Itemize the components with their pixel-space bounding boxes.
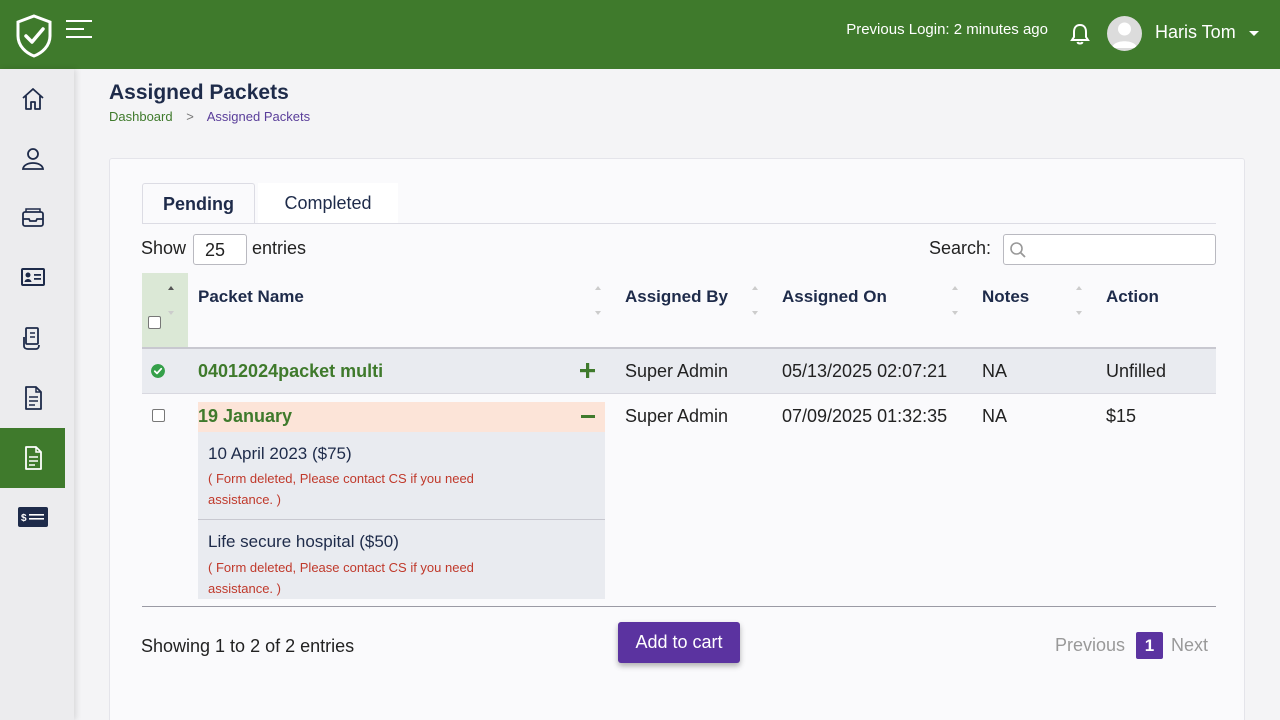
sort-desc-icon[interactable]	[1076, 311, 1082, 315]
row-divider	[142, 393, 1216, 394]
avatar-person-icon	[1112, 22, 1137, 48]
breadcrumb-separator: >	[186, 109, 194, 124]
column-header-notes[interactable]: Notes	[982, 287, 1029, 307]
check-circle-icon	[151, 364, 165, 378]
sort-desc-icon[interactable]	[952, 311, 958, 315]
svg-text:$: $	[21, 513, 27, 524]
document-icon	[24, 386, 42, 410]
form-title: Life secure hospital ($50)	[208, 532, 399, 551]
action-cell: $15	[1106, 406, 1137, 426]
sort-asc-icon[interactable]	[952, 286, 958, 290]
tab-pending[interactable]: Pending	[142, 183, 255, 224]
notes-cell: NA	[982, 406, 1008, 426]
sidebar-item-billing[interactable]: $	[0, 487, 65, 547]
sidebar-item-assigned-packets[interactable]	[0, 428, 65, 488]
pagination-next[interactable]: Next	[1171, 635, 1208, 656]
show-label: Show	[141, 238, 187, 258]
sort-asc-icon[interactable]	[752, 286, 758, 290]
bell-icon[interactable]	[1069, 22, 1091, 46]
expand-plus-icon[interactable]	[579, 362, 596, 379]
notes-cell: NA	[982, 361, 1008, 381]
sidebar-item-inbox[interactable]	[0, 188, 65, 248]
search-icon	[1010, 242, 1026, 258]
tabs-divider	[142, 223, 1216, 224]
inbox-icon	[21, 208, 44, 227]
select-all-checkbox[interactable]	[148, 316, 161, 329]
add-to-cart-button[interactable]: Add to cart	[618, 622, 740, 663]
column-header-action: Action	[1106, 287, 1159, 306]
search-label: Search:	[929, 238, 992, 258]
packet-name-link[interactable]: 04012024packet multi	[198, 361, 383, 382]
sort-desc-icon[interactable]	[595, 311, 601, 315]
documents-hand-icon	[22, 327, 40, 350]
document-icon	[24, 446, 42, 470]
sidebar-item-home[interactable]	[0, 69, 65, 129]
select-all-column	[142, 273, 188, 347]
assigned-on-cell: 07/09/2025 01:32:35	[782, 406, 948, 426]
page-title: Assigned Packets	[109, 81, 289, 104]
column-header-packet-name[interactable]: Packet Name	[198, 287, 304, 307]
shield-check-logo-icon[interactable]	[15, 14, 53, 58]
table-bottom-border	[142, 606, 1216, 607]
previous-login-text: Previous Login: 2 minutes ago	[846, 21, 1048, 38]
column-header-assigned-on[interactable]: Assigned On	[782, 287, 887, 307]
pagination-previous[interactable]: Previous	[1055, 635, 1125, 656]
sort-desc-icon[interactable]	[752, 311, 758, 315]
sidebar-item-documents[interactable]	[0, 308, 65, 368]
top-bar: Previous Login: 2 minutes ago Haris Tom	[0, 0, 1280, 69]
breadcrumb-current: Assigned Packets	[206, 109, 311, 124]
sidebar-item-profile[interactable]	[0, 128, 65, 188]
chevron-down-icon[interactable]	[1249, 31, 1259, 36]
tab-completed[interactable]: Completed	[258, 183, 398, 224]
hamburger-menu-icon[interactable]	[64, 18, 94, 42]
collapse-minus-icon[interactable]	[581, 415, 595, 418]
sort-asc-icon[interactable]	[595, 286, 601, 290]
row-select-checkbox[interactable]	[152, 409, 165, 422]
user-name[interactable]: Haris Tom	[1155, 22, 1236, 43]
table-info: Showing 1 to 2 of 2 entries	[141, 636, 355, 656]
breadcrumb: Dashboard > Assigned Packets	[109, 109, 310, 124]
form-title: 10 April 2023 ($75)	[208, 444, 352, 463]
form-error-message: ( Form deleted, Please contact CS if you…	[208, 471, 474, 507]
entries-label: entries	[252, 238, 307, 258]
page-size-select[interactable]: 25	[193, 234, 247, 265]
sidebar: $	[0, 69, 74, 720]
pagination-page-1[interactable]: 1	[1136, 632, 1163, 659]
user-icon	[21, 148, 44, 170]
column-header-assigned-by[interactable]: Assigned By	[625, 287, 728, 307]
search-input[interactable]	[1003, 234, 1216, 265]
action-cell: Unfilled	[1106, 361, 1167, 381]
assigned-by-cell: Super Admin	[625, 361, 729, 381]
sidebar-item-forms[interactable]	[0, 368, 65, 428]
user-avatar[interactable]	[1107, 16, 1142, 51]
packet-name-link[interactable]: 19 January	[198, 406, 292, 427]
sort-asc-icon[interactable]	[168, 286, 174, 290]
sort-desc-icon[interactable]	[168, 311, 174, 315]
sidebar-item-id-card[interactable]	[0, 247, 65, 307]
assigned-on-cell: 05/13/2025 02:07:21	[782, 361, 948, 381]
sort-asc-icon[interactable]	[1076, 286, 1082, 290]
home-icon	[21, 88, 44, 110]
id-card-icon	[20, 268, 45, 286]
billing-icon: $	[17, 507, 48, 527]
breadcrumb-dashboard-link[interactable]: Dashboard	[109, 109, 173, 124]
form-error-message: ( Form deleted, Please contact CS if you…	[208, 560, 474, 596]
assigned-by-cell: Super Admin	[625, 406, 729, 426]
